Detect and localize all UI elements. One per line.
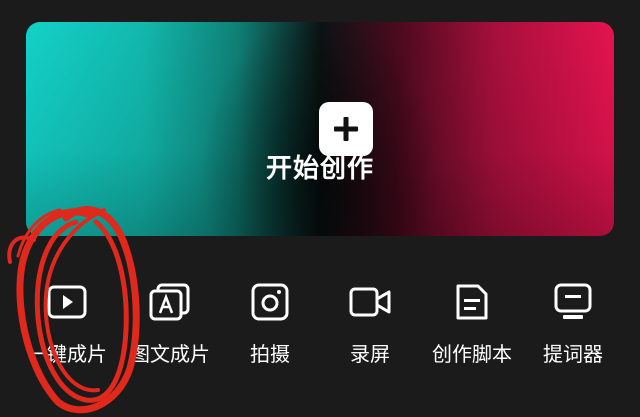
teleprompter-icon	[551, 280, 595, 324]
document-icon	[450, 280, 494, 324]
tool-image-text-video[interactable]: 图文成片	[115, 272, 225, 372]
tool-teleprompter[interactable]: 提词器	[518, 272, 628, 372]
tool-label: 录屏	[350, 342, 390, 366]
play-square-icon	[45, 280, 89, 324]
video-camera-icon	[348, 280, 392, 324]
create-screen: 开始创作 一键成片 图文成片 拍摄 录屏 创作脚本 提词器	[0, 0, 640, 417]
tool-row: 一键成片 图文成片 拍摄 录屏 创作脚本 提词器	[0, 272, 640, 372]
tool-label: 图文成片	[130, 342, 210, 366]
start-create-label: 开始创作	[265, 154, 374, 184]
tool-create-script[interactable]: 创作脚本	[417, 272, 527, 372]
tool-label: 拍摄	[250, 342, 290, 366]
tool-label: 提词器	[543, 342, 603, 366]
tool-screen-record[interactable]: 录屏	[315, 272, 425, 372]
tool-one-click-video[interactable]: 一键成片	[12, 272, 122, 372]
camera-icon	[248, 280, 292, 324]
tool-label: 创作脚本	[432, 342, 512, 366]
tool-label: 一键成片	[27, 342, 107, 366]
start-create-card[interactable]	[26, 22, 614, 236]
image-text-icon	[148, 280, 192, 324]
tool-shoot[interactable]: 拍摄	[215, 272, 325, 372]
